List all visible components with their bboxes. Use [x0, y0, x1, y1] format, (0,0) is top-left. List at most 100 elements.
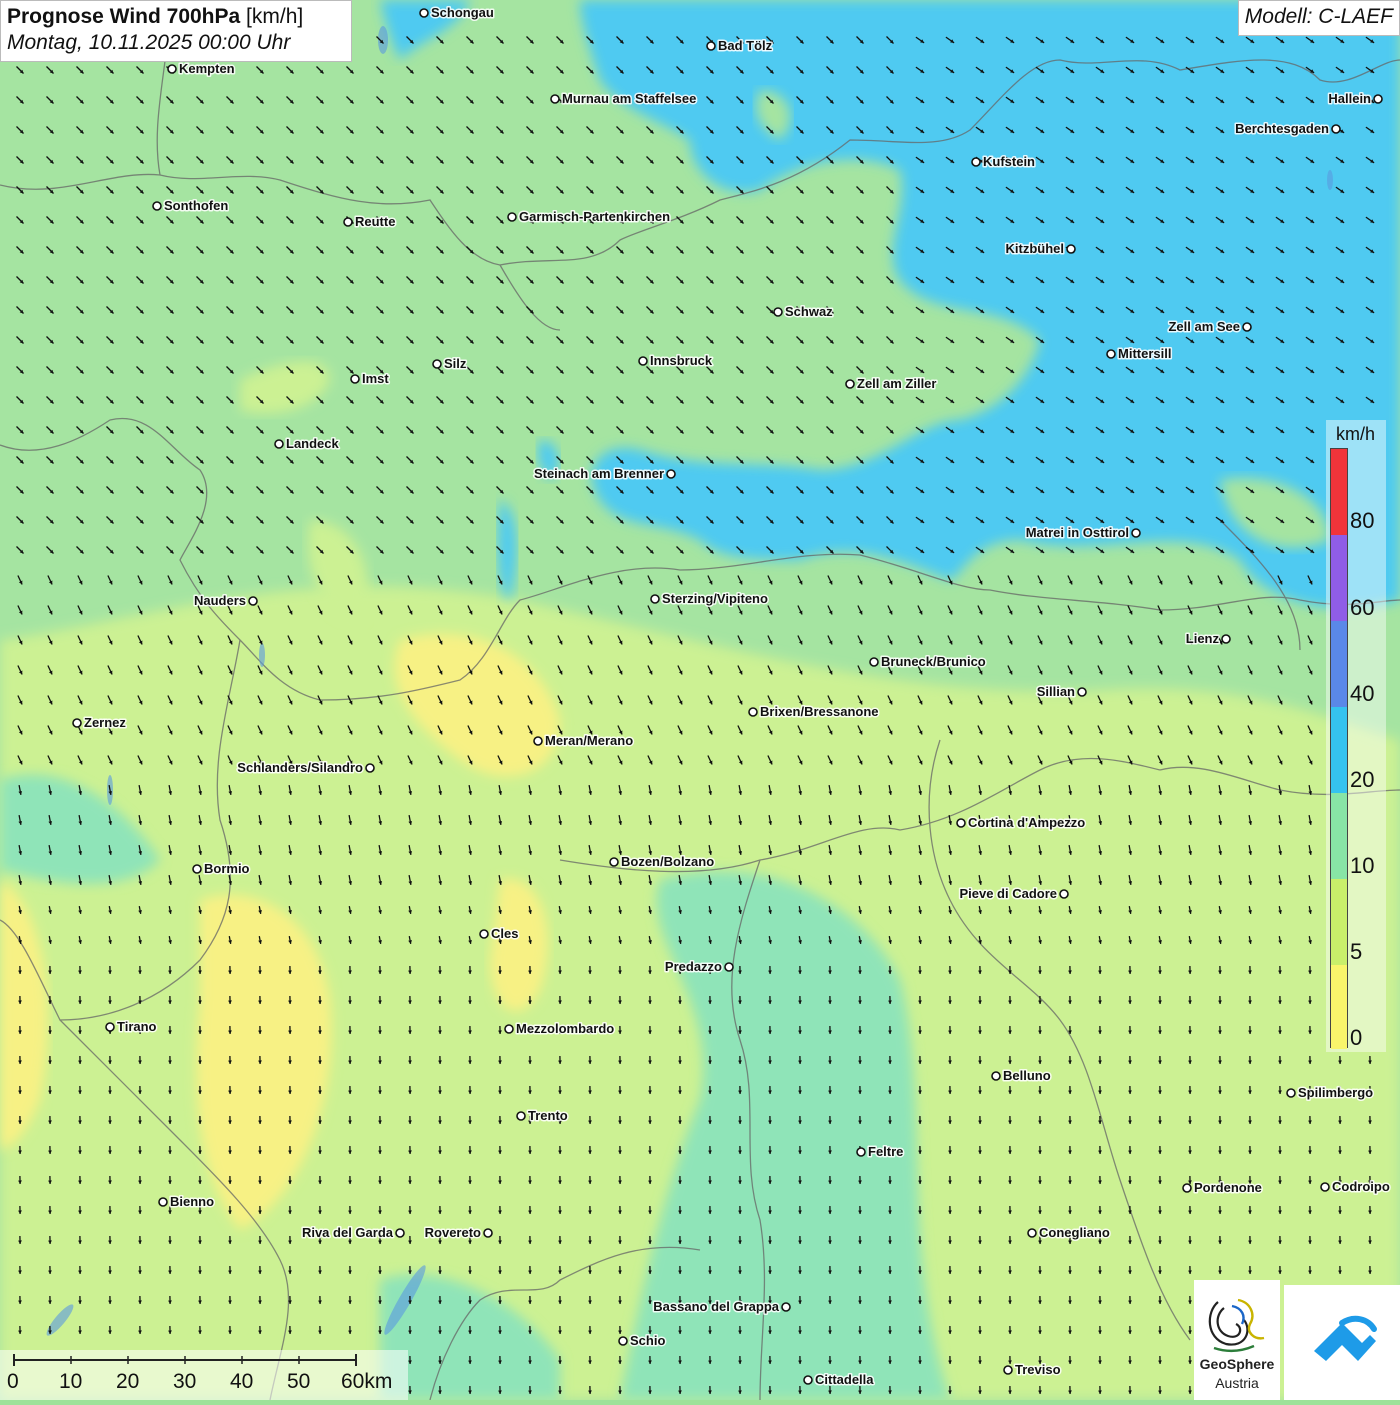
city-label: Pieve di Cadore — [959, 886, 1057, 901]
city-berchtesgaden: Berchtesgaden — [1235, 121, 1340, 136]
legend-tick: 80 — [1350, 508, 1374, 534]
city-garmisch: Garmisch-Partenkirchen — [508, 209, 670, 224]
city-label: Bruneck/Brunico — [881, 654, 986, 669]
wind-forecast-map: SchongauBad TölzKemptenMurnau am Staffel… — [0, 0, 1400, 1400]
city-dot — [351, 375, 359, 383]
city-conegliano: Conegliano — [1028, 1225, 1110, 1240]
city-dot — [1067, 245, 1075, 253]
city-label: Steinach am Brenner — [534, 466, 664, 481]
city-label: Sonthofen — [164, 198, 228, 213]
legend-colorbar — [1330, 448, 1348, 1048]
city-label: Kitzbühel — [1006, 241, 1065, 256]
city-label: Pordenone — [1194, 1180, 1262, 1195]
city-meran: Meran/Merano — [534, 733, 633, 748]
city-cortina: Cortina d'Ampezzo — [957, 815, 1085, 830]
scale-bar: 0 10 20 30 40 50 60km — [0, 1350, 408, 1400]
city-dot — [1243, 323, 1251, 331]
legend-segment — [1331, 879, 1347, 965]
city-label: Landeck — [286, 436, 340, 451]
city-dot — [782, 1303, 790, 1311]
city-label: Spilimbergo — [1298, 1085, 1373, 1100]
map-title-unit: [km/h] — [246, 5, 303, 28]
city-sonthofen: Sonthofen — [153, 198, 228, 213]
city-dot — [857, 1148, 865, 1156]
city-label: Matrei in Osttirol — [1026, 525, 1129, 540]
legend-tick: 5 — [1350, 939, 1362, 965]
city-innsbruck: Innsbruck — [639, 353, 713, 368]
city-label: Schlanders/Silandro — [237, 760, 363, 775]
city-label: Riva del Garda — [302, 1225, 394, 1240]
city-mezzolombardo: Mezzolombardo — [505, 1021, 614, 1036]
scale-bar-ruler — [0, 1350, 408, 1370]
city-schlanders: Schlanders/Silandro — [237, 760, 374, 775]
city-dot — [505, 1025, 513, 1033]
city-label: Treviso — [1015, 1362, 1061, 1377]
model-label: Modell: C-LAEF — [1238, 0, 1400, 36]
city-bruneck: Bruneck/Brunico — [870, 654, 986, 669]
scale-label: 50 — [287, 1370, 310, 1394]
city-dot — [1222, 635, 1230, 643]
city-label: Hallein — [1328, 91, 1371, 106]
city-label: Kempten — [179, 61, 235, 76]
city-label: Feltre — [868, 1144, 903, 1159]
city-label: Brixen/Bressanone — [760, 704, 879, 719]
city-label: Nauders — [194, 593, 246, 608]
city-pordenone: Pordenone — [1183, 1180, 1262, 1195]
city-label: Mittersill — [1118, 346, 1171, 361]
city-brixen: Brixen/Bressanone — [749, 704, 879, 719]
legend-tick: 60 — [1350, 595, 1374, 621]
city-dot — [1107, 350, 1115, 358]
map-title-box: Prognose Wind 700hPa [km/h] Montag, 10.1… — [0, 0, 352, 62]
city-label: Berchtesgaden — [1235, 121, 1329, 136]
city-dot — [534, 737, 542, 745]
city-murnau: Murnau am Staffelsee — [551, 91, 696, 106]
city-dot — [106, 1023, 114, 1031]
city-dot — [1183, 1184, 1191, 1192]
forecast-datetime: Montag, 10.11.2025 00:00 Uhr — [7, 31, 345, 55]
legend-unit: km/h — [1336, 424, 1375, 445]
city-dot — [725, 963, 733, 971]
city-zell-am-ziller: Zell am Ziller — [846, 376, 936, 391]
city-label: Rovereto — [425, 1225, 481, 1240]
city-label: Sterzing/Vipiteno — [662, 591, 768, 606]
city-riva: Riva del Garda — [302, 1225, 404, 1240]
city-spilimbergo: Spilimbergo — [1287, 1085, 1373, 1100]
legend-tick: 0 — [1350, 1025, 1362, 1051]
legend-segment — [1331, 965, 1347, 1049]
city-label: Schio — [630, 1333, 665, 1348]
city-dot — [870, 658, 878, 666]
city-dot — [193, 865, 201, 873]
city-dot — [1332, 125, 1340, 133]
city-label: Zell am Ziller — [857, 376, 936, 391]
city-bassano: Bassano del Grappa — [653, 1299, 790, 1314]
city-dot — [1060, 890, 1068, 898]
legend-segment — [1331, 793, 1347, 879]
city-dot — [1078, 688, 1086, 696]
legend-segment — [1331, 707, 1347, 793]
city-label: Sillian — [1037, 684, 1075, 699]
scale-label: 60km — [341, 1370, 392, 1394]
app-logo[interactable] — [1284, 1285, 1400, 1400]
city-label: Bienno — [170, 1194, 214, 1209]
city-steinach: Steinach am Brenner — [534, 466, 675, 481]
city-label: Kufstein — [983, 154, 1035, 169]
city-dot — [1132, 529, 1140, 537]
city-codroipo: Codroipo — [1321, 1179, 1390, 1194]
city-label: Conegliano — [1039, 1225, 1110, 1240]
scale-label: 10 — [59, 1370, 82, 1394]
city-label: Zell am See — [1168, 319, 1240, 334]
city-dot — [749, 708, 757, 716]
city-label: Zernez — [84, 715, 126, 730]
city-label: Tirano — [117, 1019, 157, 1034]
city-matrei: Matrei in Osttirol — [1026, 525, 1140, 540]
city-dot — [153, 202, 161, 210]
city-label: Mezzolombardo — [516, 1021, 614, 1036]
city-dot — [249, 597, 257, 605]
city-label: Reutte — [355, 214, 395, 229]
color-legend: km/h 80 60 40 20 10 5 0 — [1326, 420, 1386, 1052]
geosphere-logo[interactable]: GeoSphere Austria — [1194, 1280, 1280, 1400]
city-dot — [420, 9, 428, 17]
city-dot — [619, 1337, 627, 1345]
geosphere-country: Austria — [1194, 1375, 1280, 1391]
city-dot — [639, 357, 647, 365]
